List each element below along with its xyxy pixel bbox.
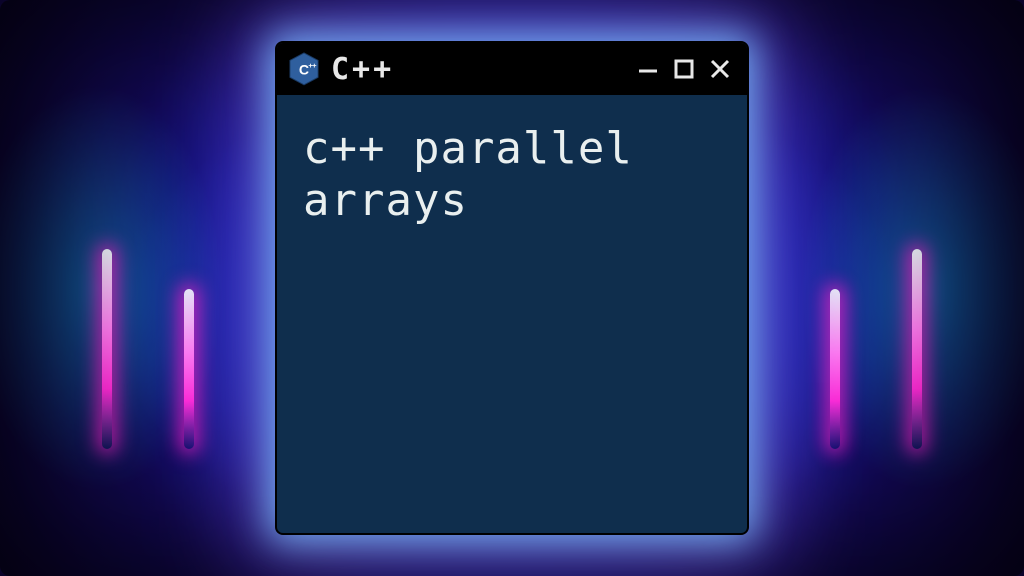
body-text: c++ parallel arrays — [303, 123, 721, 227]
minimize-button[interactable] — [635, 56, 661, 82]
app-window: C + + C++ c++ parallel arrays — [277, 43, 747, 533]
window-title: C++ — [331, 52, 394, 87]
neon-pillar — [830, 289, 840, 449]
titlebar[interactable]: C + + C++ — [277, 43, 747, 95]
close-button[interactable] — [707, 56, 733, 82]
window-controls — [635, 56, 733, 82]
neon-pillar — [102, 249, 112, 449]
neon-pillar — [184, 289, 194, 449]
maximize-button[interactable] — [671, 56, 697, 82]
cpp-hex-icon: C + + — [289, 52, 319, 86]
neon-pillar — [912, 249, 922, 449]
svg-text:+: + — [312, 61, 317, 70]
window-body: c++ parallel arrays — [277, 95, 747, 533]
